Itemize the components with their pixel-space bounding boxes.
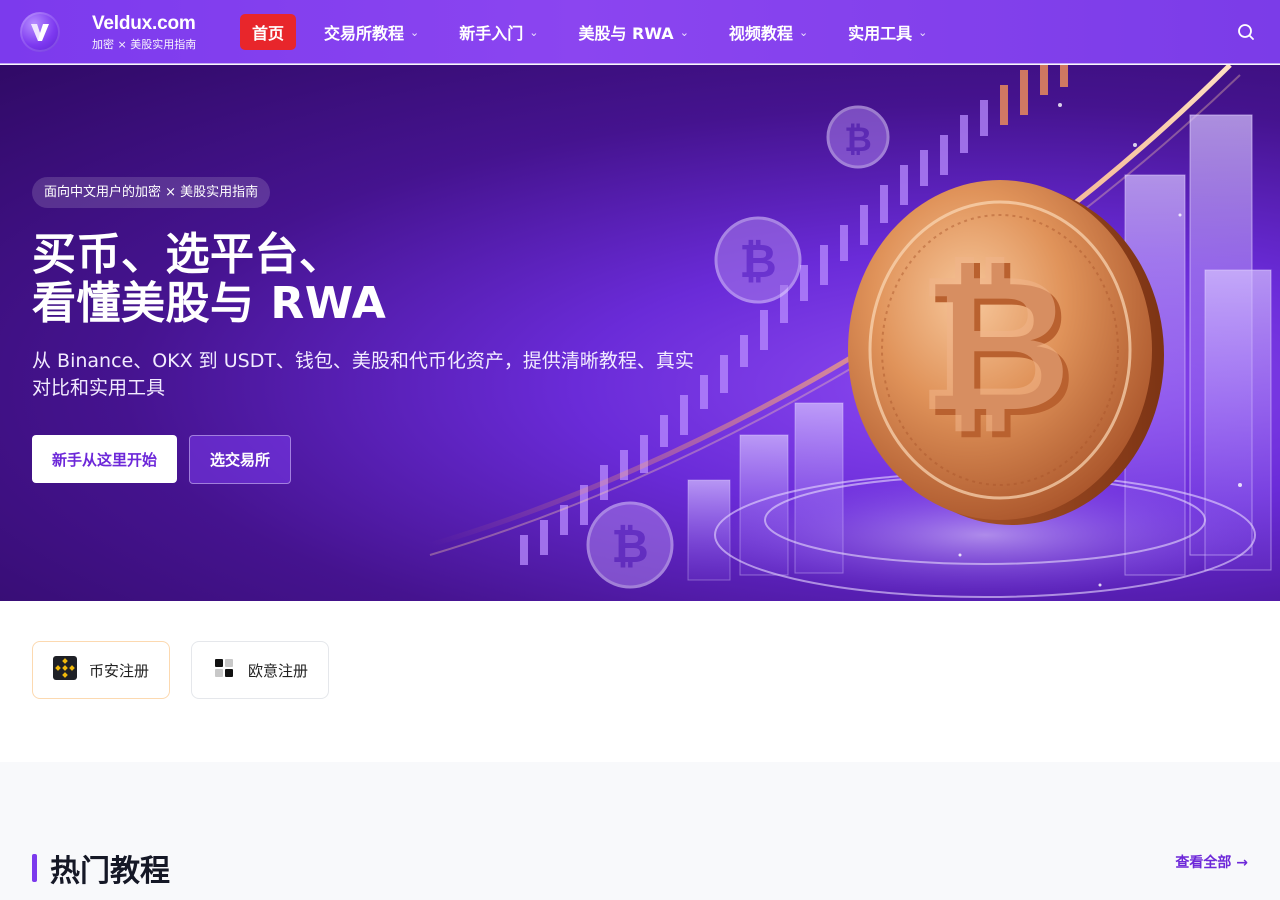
brand-tagline: 加密 × 美股实用指南 [92, 38, 197, 51]
binance-register-button[interactable]: 币安注册 [32, 641, 171, 699]
hero-title-line-1: 买币、选平台、 [32, 229, 344, 280]
hero-tagline-pill: 面向中文用户的加密 × 美股实用指南 [32, 177, 271, 208]
nav-item-video-tutorials[interactable]: 视频教程 ⌄ [729, 14, 808, 50]
hot-tutorials-section: 热门教程 查看全部 → [0, 762, 1280, 900]
okx-register-label: 欧意注册 [248, 661, 309, 680]
search-icon[interactable] [1236, 22, 1256, 42]
nav-item-label: 视频教程 [728, 24, 793, 43]
nav-item-label: 交易所教程 [324, 24, 405, 43]
svg-text:₿: ₿ [611, 519, 649, 573]
nav-item-label: 首页 [252, 24, 285, 43]
hero-subtitle: 从 Binance、OKX 到 USDT、钱包、美股和代币化资产，提供清晰教程、… [32, 350, 694, 399]
brand-name[interactable]: Veldux.com [92, 13, 196, 35]
logo-v-mark [31, 24, 49, 41]
chevron-down-icon: ⌄ [918, 25, 928, 39]
chevron-down-icon: ⌄ [798, 25, 809, 39]
view-all-link[interactable]: 查看全部 → [1175, 852, 1248, 872]
binance-register-label: 币安注册 [89, 661, 150, 680]
nav-item-home[interactable]: 首页 [240, 14, 297, 50]
hero-banner: ₿ ₿ ₿ ₿ ₿ 面向中文用户的加密 × 美股实用指南 买币、选平台、 看懂美… [0, 65, 1280, 601]
chevron-down-icon: ⌄ [410, 25, 420, 39]
hero-actions: 新手从这里开始 选交易所 [32, 435, 732, 484]
nav-item-exchange-tutorials[interactable]: 交易所教程 ⌄ [324, 14, 419, 50]
start-here-button[interactable]: 新手从这里开始 [32, 435, 178, 483]
register-links: 币安注册 欧意注册 [0, 601, 1280, 762]
okx-register-button[interactable]: 欧意注册 [191, 641, 330, 699]
nav-item-label: 新手入门 [459, 24, 524, 43]
hero-title: 买币、选平台、 看懂美股与 RWA [32, 230, 732, 328]
bitcoin-coin: ₿ ₿ [848, 180, 1164, 525]
chevron-down-icon: ⌄ [529, 25, 539, 39]
binance-icon [53, 656, 77, 684]
nav-item-beginners[interactable]: 新手入门 ⌄ [459, 14, 538, 50]
main-nav: 首页 交易所教程 ⌄ 新手入门 ⌄ 美股与 RWA ⌄ 视频教程 ⌄ 实用工具 … [240, 14, 927, 50]
logo-icon[interactable] [20, 12, 60, 52]
nav-item-label: 美股与 RWA [578, 24, 674, 43]
choose-exchange-button[interactable]: 选交易所 [189, 435, 292, 484]
nav-item-tools[interactable]: 实用工具 ⌄ [848, 14, 927, 50]
section-title: 热门教程 [32, 846, 170, 890]
svg-text:₿: ₿ [917, 233, 1072, 454]
hero-title-line-2: 看懂美股与 RWA [32, 278, 387, 329]
svg-text:₿: ₿ [844, 120, 872, 160]
nav-item-label: 实用工具 [848, 24, 913, 43]
nav-item-us-stocks-rwa[interactable]: 美股与 RWA ⌄ [578, 14, 688, 50]
brand[interactable]: Veldux.com 加密 × 美股实用指南 [92, 13, 196, 53]
hero-content: 面向中文用户的加密 × 美股实用指南 买币、选平台、 看懂美股与 RWA 从 B… [32, 177, 732, 484]
hot-tutorials-title: 热门教程 [50, 854, 170, 889]
title-accent-bar [32, 854, 37, 882]
svg-text:₿: ₿ [739, 234, 777, 288]
okx-icon [212, 656, 236, 684]
top-navigation-bar: Veldux.com 加密 × 美股实用指南 首页 交易所教程 ⌄ 新手入门 ⌄… [0, 0, 1280, 64]
chevron-down-icon: ⌄ [679, 25, 689, 39]
